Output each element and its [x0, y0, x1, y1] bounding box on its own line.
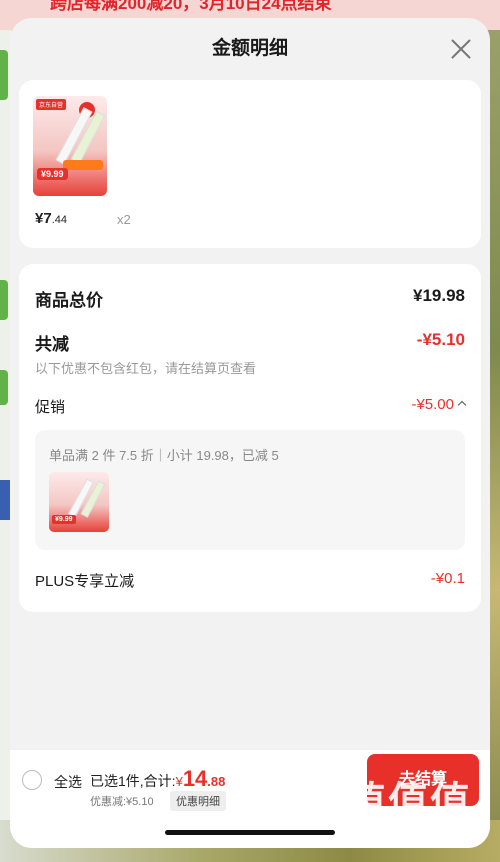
amount-detail-sheet: 金额明细 京东自营 ¥9.99 ¥7.44 x2 商品总价 ¥19.98 共减 … — [10, 18, 490, 848]
item-quantity: x2 — [117, 212, 131, 227]
close-icon[interactable] — [450, 38, 472, 60]
total-price-row: 商品总价 ¥19.98 — [35, 286, 465, 311]
select-all-label[interactable]: 全选 — [54, 772, 82, 792]
promotion-description: 单品满 2 件 7.5 折｜小计 19.98，已减 5 — [49, 448, 279, 463]
reduction-note: 以下优惠不包含红包，请在结算页查看 — [35, 361, 257, 376]
site-watermark: 值值值 zhizhizhi.com — [346, 780, 486, 860]
promotion-detail-box: 单品满 2 件 7.5 折｜小计 19.98，已减 5 ¥9.99 — [35, 430, 465, 550]
product-thumbnail[interactable]: 京东自营 ¥9.99 — [33, 96, 107, 196]
plus-discount-label: PLUS专享立减 — [35, 573, 135, 590]
ribbon-decoration — [63, 160, 103, 170]
item-price: ¥7.44 — [35, 210, 67, 227]
total-reduction-row: 共减 -¥5.10 — [35, 330, 465, 355]
discount-detail-button[interactable]: 优惠明细 — [170, 791, 226, 811]
product-card: 京东自营 ¥9.99 ¥7.44 x2 — [19, 80, 481, 248]
promo-thumb-price: ¥9.99 — [52, 515, 76, 524]
discount-text: 优惠减:¥5.10 — [90, 796, 154, 808]
order-summary: 已选1件,合计:¥14.88 — [90, 766, 226, 791]
total-reduction-label: 共减 — [35, 335, 69, 354]
total-price-value: ¥19.98 — [413, 286, 465, 305]
total-price-label: 商品总价 — [35, 291, 103, 310]
price-detail-card: 商品总价 ¥19.98 共减 -¥5.10 以下优惠不包含红包，请在结算页查看 … — [19, 264, 481, 612]
plus-discount-value: -¥0.1 — [430, 570, 465, 587]
thumb-tag: 京东自营 — [36, 99, 67, 110]
promotion-row[interactable]: 促销 -¥5.00 — [35, 396, 467, 417]
home-indicator — [165, 830, 335, 835]
promotion-product-thumbnail[interactable]: ¥9.99 — [49, 472, 109, 532]
thumb-price: ¥9.99 — [37, 168, 68, 180]
promotion-label: 促销 — [35, 399, 66, 416]
sheet-title: 金额明细 — [211, 38, 288, 59]
chevron-up-icon[interactable] — [457, 400, 467, 410]
plus-discount-row: PLUS专享立减 -¥0.1 — [35, 570, 465, 591]
sheet-header: 金额明细 — [10, 18, 490, 80]
watermark-site: zhizhizhi.com — [350, 825, 441, 841]
watermark-logo: 值值值 — [346, 780, 472, 824]
promotion-value: -¥5.00 — [411, 396, 467, 413]
select-all-radio[interactable] — [22, 770, 42, 790]
total-reduction-value: -¥5.10 — [416, 330, 465, 349]
